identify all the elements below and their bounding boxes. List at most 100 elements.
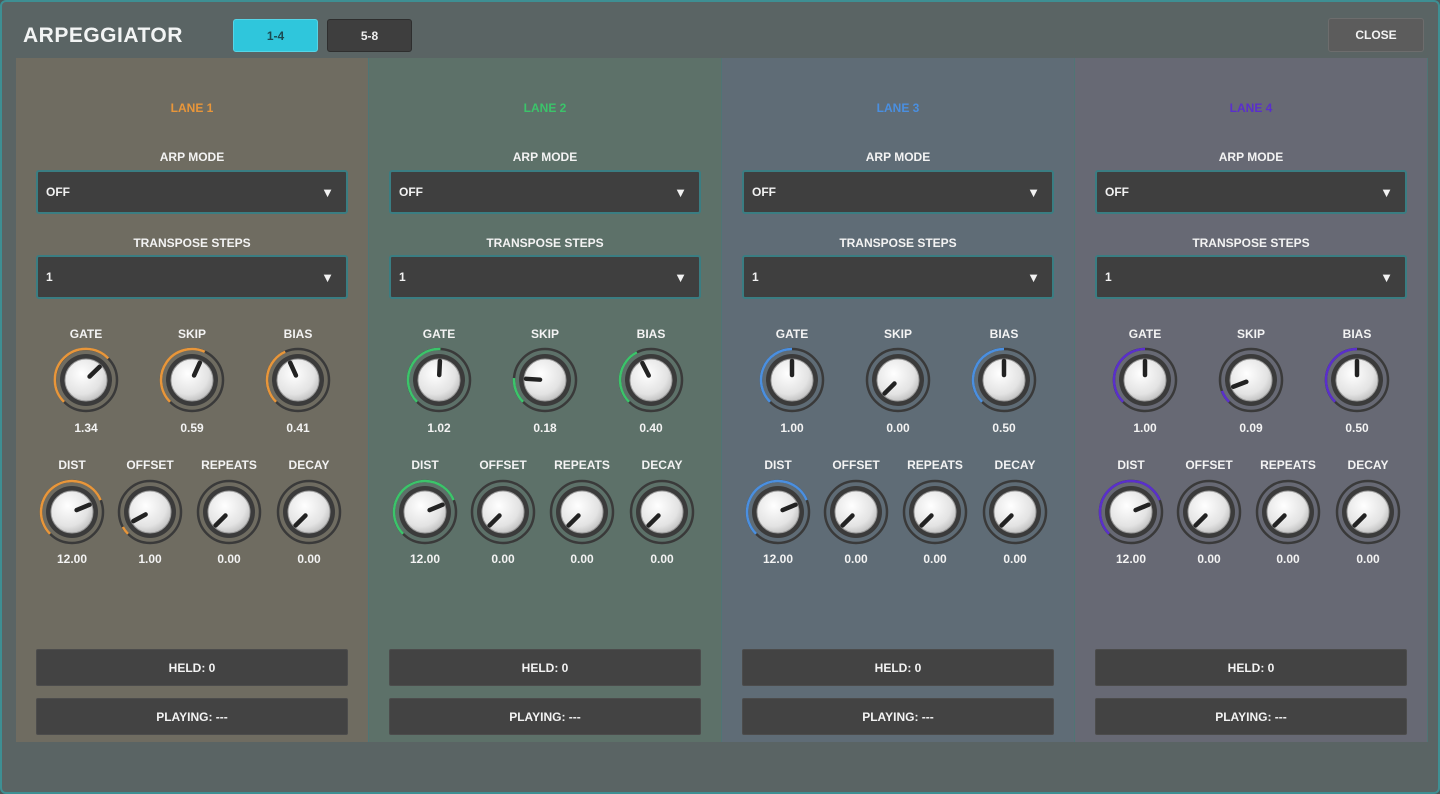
skip-knob[interactable] bbox=[157, 345, 227, 415]
skip-label: SKIP bbox=[177, 327, 206, 341]
arpeggiator-dialog: ARPEGGIATOR 1-4 5-8 CLOSE LANE 1 ARP MODE… bbox=[0, 0, 1440, 794]
decay-knob[interactable] bbox=[980, 477, 1050, 547]
dist-knob[interactable] bbox=[1096, 477, 1166, 547]
arp-mode-select[interactable]: OFF ▼ bbox=[389, 170, 701, 214]
offset-value: 0.00 bbox=[491, 552, 515, 566]
offset-knob[interactable] bbox=[1174, 477, 1244, 547]
decay-label: DECAY bbox=[994, 458, 1036, 472]
offset-label: OFFSET bbox=[1185, 458, 1233, 472]
gate-label: GATE bbox=[775, 327, 809, 341]
repeats-label: REPEATS bbox=[907, 458, 963, 472]
gate-value: 1.34 bbox=[74, 421, 98, 435]
playing-notes-button[interactable]: PLAYING: --- bbox=[36, 698, 348, 735]
transpose-steps-select[interactable]: 1 ▼ bbox=[389, 255, 701, 299]
offset-knob[interactable] bbox=[821, 477, 891, 547]
transpose-steps-select[interactable]: 1 ▼ bbox=[742, 255, 1054, 299]
gate-knob[interactable] bbox=[757, 345, 827, 415]
dropdown-caret-icon: ▼ bbox=[1380, 184, 1393, 200]
decay-knob[interactable] bbox=[274, 477, 344, 547]
repeats-knob[interactable] bbox=[194, 477, 264, 547]
offset-value: 1.00 bbox=[138, 552, 162, 566]
decay-label: DECAY bbox=[1347, 458, 1389, 472]
decay-knob[interactable] bbox=[627, 477, 697, 547]
transpose-steps-select[interactable]: 1 ▼ bbox=[1095, 255, 1407, 299]
bias-knob[interactable] bbox=[1322, 345, 1392, 415]
held-notes-button[interactable]: HELD: 0 bbox=[389, 649, 701, 686]
skip-knob[interactable] bbox=[510, 345, 580, 415]
repeats-value: 0.00 bbox=[1276, 552, 1300, 566]
playing-notes-button[interactable]: PLAYING: --- bbox=[389, 698, 701, 735]
repeats-knob[interactable] bbox=[547, 477, 617, 547]
held-notes-button[interactable]: HELD: 0 bbox=[36, 649, 348, 686]
decay-value: 0.00 bbox=[297, 552, 321, 566]
skip-knob[interactable] bbox=[1216, 345, 1286, 415]
skip-value: 0.59 bbox=[180, 421, 204, 435]
skip-value: 0.00 bbox=[886, 421, 910, 435]
transpose-steps-value: 1 bbox=[399, 270, 406, 284]
repeats-knob[interactable] bbox=[900, 477, 970, 547]
skip-label: SKIP bbox=[530, 327, 559, 341]
lane-panel-1: LANE 1 ARP MODE OFF ▼ TRANSPOSE STEPS 1 ▼… bbox=[16, 58, 369, 742]
bias-knob[interactable] bbox=[616, 345, 686, 415]
arp-mode-label: ARP MODE bbox=[1218, 150, 1284, 164]
dist-knob[interactable] bbox=[390, 477, 460, 547]
arp-mode-select[interactable]: OFF ▼ bbox=[742, 170, 1054, 214]
held-notes-button[interactable]: HELD: 0 bbox=[1095, 649, 1407, 686]
dist-knob[interactable] bbox=[743, 477, 813, 547]
tab-lanes-1-4[interactable]: 1-4 bbox=[233, 19, 318, 52]
playing-notes-button[interactable]: PLAYING: --- bbox=[1095, 698, 1407, 735]
transpose-steps-label: TRANSPOSE STEPS bbox=[133, 236, 251, 250]
gate-label: GATE bbox=[69, 327, 103, 341]
dist-label: DIST bbox=[58, 458, 86, 472]
gate-value: 1.02 bbox=[427, 421, 451, 435]
dist-value: 12.00 bbox=[762, 552, 794, 566]
lane-title: LANE 4 bbox=[1229, 101, 1273, 115]
playing-notes-button[interactable]: PLAYING: --- bbox=[742, 698, 1054, 735]
repeats-knob[interactable] bbox=[1253, 477, 1323, 547]
close-button[interactable]: CLOSE bbox=[1328, 18, 1424, 52]
offset-label: OFFSET bbox=[832, 458, 880, 472]
skip-value: 0.09 bbox=[1239, 421, 1263, 435]
lane-title: LANE 3 bbox=[876, 101, 920, 115]
decay-label: DECAY bbox=[288, 458, 330, 472]
dropdown-caret-icon: ▼ bbox=[674, 269, 687, 285]
gate-label: GATE bbox=[422, 327, 456, 341]
arp-mode-value: OFF bbox=[46, 185, 70, 199]
offset-value: 0.00 bbox=[1197, 552, 1221, 566]
offset-knob[interactable] bbox=[468, 477, 538, 547]
bias-knob[interactable] bbox=[263, 345, 333, 415]
dialog-title: ARPEGGIATOR bbox=[23, 24, 183, 47]
arp-mode-label: ARP MODE bbox=[512, 150, 578, 164]
arp-mode-select[interactable]: OFF ▼ bbox=[1095, 170, 1407, 214]
transpose-steps-select[interactable]: 1 ▼ bbox=[36, 255, 348, 299]
gate-knob[interactable] bbox=[404, 345, 474, 415]
transpose-steps-value: 1 bbox=[1105, 270, 1112, 284]
lane-panel-4: LANE 4 ARP MODE OFF ▼ TRANSPOSE STEPS 1 ▼… bbox=[1075, 58, 1428, 742]
repeats-value: 0.00 bbox=[923, 552, 947, 566]
dropdown-caret-icon: ▼ bbox=[1380, 269, 1393, 285]
dist-value: 12.00 bbox=[409, 552, 441, 566]
bias-value: 0.50 bbox=[992, 421, 1016, 435]
lane-panel-3: LANE 3 ARP MODE OFF ▼ TRANSPOSE STEPS 1 ▼… bbox=[722, 58, 1075, 742]
gate-knob[interactable] bbox=[1110, 345, 1180, 415]
arp-mode-value: OFF bbox=[399, 185, 423, 199]
repeats-label: REPEATS bbox=[554, 458, 610, 472]
repeats-label: REPEATS bbox=[1260, 458, 1316, 472]
held-notes-button[interactable]: HELD: 0 bbox=[742, 649, 1054, 686]
bias-value: 0.50 bbox=[1345, 421, 1369, 435]
offset-knob[interactable] bbox=[115, 477, 185, 547]
decay-value: 0.00 bbox=[650, 552, 674, 566]
dist-knob[interactable] bbox=[37, 477, 107, 547]
gate-value: 1.00 bbox=[780, 421, 804, 435]
repeats-value: 0.00 bbox=[217, 552, 241, 566]
bias-knob[interactable] bbox=[969, 345, 1039, 415]
transpose-steps-label: TRANSPOSE STEPS bbox=[839, 236, 957, 250]
skip-knob[interactable] bbox=[863, 345, 933, 415]
gate-knob[interactable] bbox=[51, 345, 121, 415]
tab-lanes-5-8[interactable]: 5-8 bbox=[327, 19, 412, 52]
dist-value: 12.00 bbox=[56, 552, 88, 566]
decay-knob[interactable] bbox=[1333, 477, 1403, 547]
arp-mode-select[interactable]: OFF ▼ bbox=[36, 170, 348, 214]
transpose-steps-value: 1 bbox=[46, 270, 53, 284]
dropdown-caret-icon: ▼ bbox=[321, 184, 334, 200]
